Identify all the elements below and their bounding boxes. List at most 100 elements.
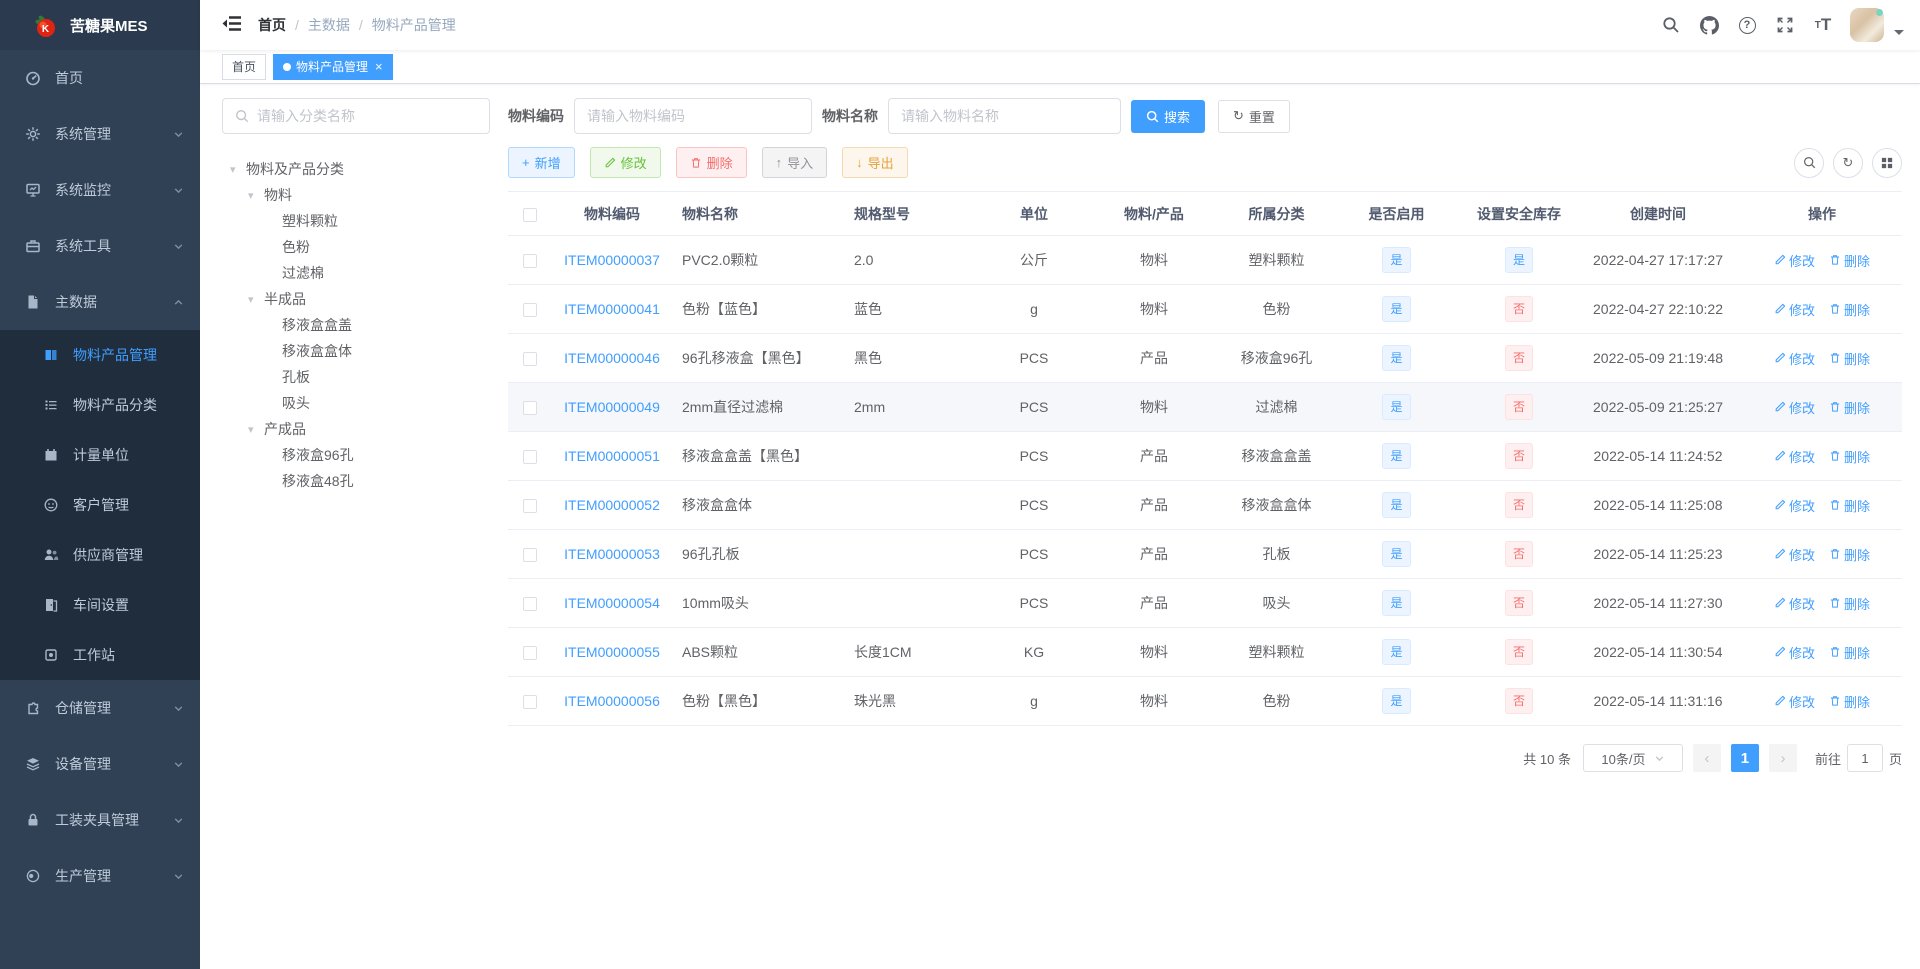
tree-arrow-icon[interactable]: ▾ — [230, 163, 246, 176]
sidebar-item-equipment-mgmt[interactable]: 设备管理 — [0, 736, 200, 792]
sidebar-item-tooling-fixture-mgmt[interactable]: 工装夹具管理 — [0, 792, 200, 848]
table-columns-button[interactable] — [1872, 147, 1902, 178]
material-code-link[interactable]: ITEM00000049 — [564, 399, 660, 415]
help-icon[interactable]: ? — [1730, 8, 1764, 42]
sidebar-item-material-product-mgmt[interactable]: 物料产品管理 — [0, 330, 200, 380]
sidebar-item-system-admin[interactable]: 系统管理 — [0, 106, 200, 162]
row-edit-button[interactable]: 修改 — [1774, 545, 1815, 564]
material-code-input[interactable] — [574, 98, 812, 134]
row-checkbox[interactable] — [523, 450, 537, 465]
sidebar-item-supplier-mgmt[interactable]: 供应商管理 — [0, 530, 200, 580]
fullscreen-icon[interactable] — [1768, 8, 1802, 42]
material-code-link[interactable]: ITEM00000054 — [564, 595, 660, 611]
row-checkbox[interactable] — [523, 303, 537, 318]
app-logo[interactable]: K 苦糖果MES — [0, 0, 200, 50]
row-edit-button[interactable]: 修改 — [1774, 251, 1815, 270]
sidebar-item-customer-mgmt[interactable]: 客户管理 — [0, 480, 200, 530]
tree-node[interactable]: ▾ 移液盒盒盖 — [222, 312, 490, 338]
export-button[interactable]: ↓ 导出 — [842, 147, 908, 178]
category-search-input[interactable] — [257, 108, 477, 124]
material-code-link[interactable]: ITEM00000052 — [564, 497, 660, 513]
row-delete-button[interactable]: 删除 — [1829, 643, 1870, 662]
row-delete-button[interactable]: 删除 — [1829, 447, 1870, 466]
header-search-icon[interactable] — [1654, 8, 1688, 42]
tree-node[interactable]: ▾ 移液盒盒体 — [222, 338, 490, 364]
material-code-link[interactable]: ITEM00000053 — [564, 546, 660, 562]
row-edit-button[interactable]: 修改 — [1774, 300, 1815, 319]
edit-button[interactable]: 修改 — [589, 147, 661, 178]
select-all-checkbox[interactable] — [523, 207, 537, 222]
row-edit-button[interactable]: 修改 — [1774, 496, 1815, 515]
row-checkbox[interactable] — [523, 254, 537, 269]
row-delete-button[interactable]: 删除 — [1829, 496, 1870, 515]
row-delete-button[interactable]: 删除 — [1829, 398, 1870, 417]
row-edit-button[interactable]: 修改 — [1774, 692, 1815, 711]
material-code-link[interactable]: ITEM00000055 — [564, 644, 660, 660]
row-checkbox[interactable] — [523, 548, 537, 563]
row-edit-button[interactable]: 修改 — [1774, 398, 1815, 417]
row-checkbox[interactable] — [523, 352, 537, 367]
row-checkbox[interactable] — [523, 499, 537, 514]
material-code-link[interactable]: ITEM00000037 — [564, 252, 660, 268]
row-edit-button[interactable]: 修改 — [1774, 594, 1815, 613]
prev-page-button[interactable]: ‹ — [1692, 744, 1721, 772]
table-search-toggle-button[interactable] — [1794, 147, 1824, 178]
close-icon[interactable]: × — [375, 60, 383, 73]
tree-node[interactable]: ▾ 塑料颗粒 — [222, 208, 490, 234]
add-button[interactable]: + 新增 — [508, 147, 575, 178]
row-delete-button[interactable]: 删除 — [1829, 300, 1870, 319]
reset-button[interactable]: ↻ 重置 — [1218, 99, 1290, 133]
tree-arrow-icon[interactable]: ▾ — [248, 423, 264, 436]
table-refresh-button[interactable]: ↻ — [1833, 147, 1863, 178]
tree-node[interactable]: ▾ 移液盒48孔 — [222, 468, 490, 494]
row-edit-button[interactable]: 修改 — [1774, 349, 1815, 368]
delete-button[interactable]: 删除 — [675, 147, 747, 178]
import-button[interactable]: ↑ 导入 — [761, 147, 828, 178]
goto-page-input[interactable] — [1846, 744, 1883, 772]
row-checkbox[interactable] — [523, 401, 537, 416]
tree-node[interactable]: ▾ 色粉 — [222, 234, 490, 260]
tree-node[interactable]: ▾ 产成品 — [222, 416, 490, 442]
tree-arrow-icon[interactable]: ▾ — [248, 189, 264, 202]
sidebar-item-production-mgmt[interactable]: 生产管理 — [0, 848, 200, 904]
row-checkbox[interactable] — [523, 695, 537, 710]
sidebar-item-home[interactable]: 首页 — [0, 50, 200, 106]
row-delete-button[interactable]: 删除 — [1829, 594, 1870, 613]
tag-material-product-mgmt[interactable]: 物料产品管理 × — [273, 53, 393, 80]
tree-node[interactable]: ▾ 物料及产品分类 — [222, 156, 490, 182]
tree-node[interactable]: ▾ 物料 — [222, 182, 490, 208]
row-delete-button[interactable]: 删除 — [1829, 251, 1870, 270]
sidebar-item-system-monitor[interactable]: 系统监控 — [0, 162, 200, 218]
github-icon[interactable] — [1692, 8, 1726, 42]
tree-node[interactable]: ▾ 吸头 — [222, 390, 490, 416]
row-edit-button[interactable]: 修改 — [1774, 447, 1815, 466]
search-button[interactable]: 搜索 — [1131, 99, 1206, 133]
sidebar-item-master-data[interactable]: 主数据 — [0, 274, 200, 330]
breadcrumb-master-data[interactable]: 主数据 — [308, 15, 350, 35]
sidebar-item-system-tools[interactable]: 系统工具 — [0, 218, 200, 274]
sidebar-item-warehouse-mgmt[interactable]: 仓储管理 — [0, 680, 200, 736]
caret-down-icon[interactable] — [1894, 29, 1904, 35]
sidebar-item-workstation[interactable]: 工作站 — [0, 630, 200, 680]
tree-arrow-icon[interactable]: ▾ — [248, 293, 264, 306]
tag-home[interactable]: 首页 — [222, 53, 267, 80]
row-delete-button[interactable]: 删除 — [1829, 349, 1870, 368]
sidebar-collapse-button[interactable] — [222, 15, 244, 35]
font-size-icon[interactable]: TT — [1806, 8, 1840, 42]
row-checkbox[interactable] — [523, 597, 537, 612]
tree-node[interactable]: ▾ 半成品 — [222, 286, 490, 312]
breadcrumb-home[interactable]: 首页 — [258, 15, 286, 35]
material-name-input[interactable] — [888, 98, 1121, 134]
material-code-link[interactable]: ITEM00000056 — [564, 693, 660, 709]
sidebar-item-material-category[interactable]: 物料产品分类 — [0, 380, 200, 430]
row-delete-button[interactable]: 删除 — [1829, 545, 1870, 564]
page-size-select[interactable]: 10条/页 — [1582, 744, 1683, 772]
material-code-link[interactable]: ITEM00000051 — [564, 448, 660, 464]
avatar[interactable] — [1850, 8, 1884, 42]
row-delete-button[interactable]: 删除 — [1829, 692, 1870, 711]
tree-node[interactable]: ▾ 过滤棉 — [222, 260, 490, 286]
next-page-button[interactable]: › — [1768, 744, 1797, 772]
material-code-link[interactable]: ITEM00000041 — [564, 301, 660, 317]
tree-node[interactable]: ▾ 孔板 — [222, 364, 490, 390]
sidebar-item-measure-unit[interactable]: 计量单位 — [0, 430, 200, 480]
